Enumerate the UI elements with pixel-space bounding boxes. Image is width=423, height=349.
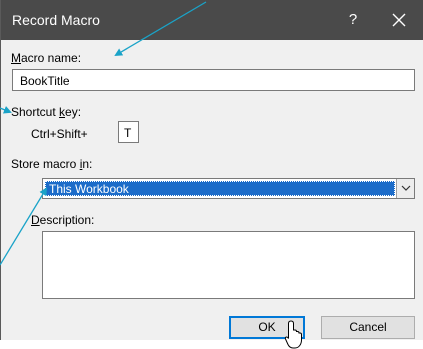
macro-name-value: BookTitle [20, 74, 70, 88]
shortcut-modifier-text: Ctrl+Shift+ [31, 127, 88, 141]
page-background-strip [0, 340, 423, 349]
help-button[interactable]: ? [341, 8, 365, 32]
description-textarea[interactable] [42, 231, 415, 299]
macro-name-input[interactable]: BookTitle [12, 69, 415, 91]
description-label: Description: [31, 213, 95, 227]
title-bar[interactable]: Record Macro ? [1, 0, 423, 40]
record-macro-dialog: Record Macro ? Macro name: BookTitle Sho… [0, 0, 423, 340]
shortcut-key-value: T [124, 126, 132, 140]
ok-button[interactable]: OK [229, 316, 305, 339]
cancel-button[interactable]: Cancel [321, 316, 415, 339]
close-icon [392, 13, 406, 27]
store-macro-select[interactable]: This Workbook [42, 178, 415, 199]
shortcut-key-label: Shortcut key: [11, 105, 82, 119]
store-macro-selected: This Workbook [45, 181, 395, 196]
store-macro-label: Store macro in: [11, 157, 93, 171]
close-button[interactable] [387, 8, 411, 32]
macro-name-label: Macro name: [11, 51, 82, 65]
chevron-down-icon [401, 185, 411, 191]
dialog-title: Record Macro [12, 12, 100, 28]
shortcut-key-input[interactable]: T [118, 121, 139, 143]
store-macro-dropdown-button[interactable] [396, 179, 414, 198]
